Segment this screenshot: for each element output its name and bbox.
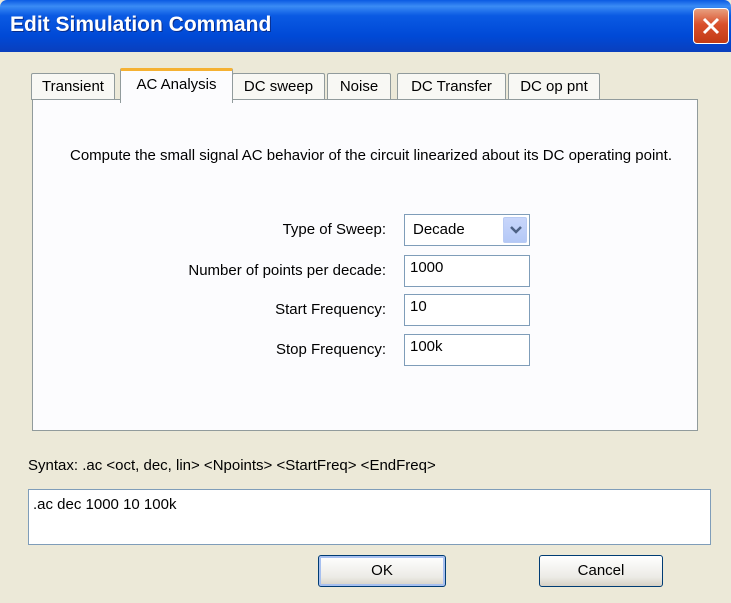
sweep-type-select[interactable]: Decade [404,214,530,246]
tab-dc-op-pnt[interactable]: DC op pnt [508,73,600,100]
cancel-button[interactable]: Cancel [539,555,663,587]
ok-button[interactable]: OK [318,555,446,587]
tab-ac-analysis[interactable]: AC Analysis [120,68,233,103]
syntax-hint: Syntax: .ac <oct, dec, lin> <Npoints> <S… [28,457,436,474]
points-per-decade-input[interactable]: 1000 [404,255,530,287]
tab-transient[interactable]: Transient [31,73,115,100]
chevron-down-icon [510,226,522,234]
sweep-type-value: Decade [413,221,465,238]
dropdown-button[interactable] [503,217,527,243]
tab-dc-sweep[interactable]: DC sweep [232,73,325,100]
points-per-decade-label: Number of points per decade: [188,262,386,279]
panel-description: Compute the small signal AC behavior of … [70,147,672,164]
dialog-window: Edit Simulation Command Transient AC Ana… [0,0,731,603]
close-button[interactable] [693,8,729,44]
start-frequency-input[interactable]: 10 [404,294,530,326]
sweep-type-label: Type of Sweep: [282,221,386,238]
stop-frequency-input[interactable]: 100k [404,334,530,366]
title-bar[interactable]: Edit Simulation Command [0,0,731,52]
close-icon [702,17,720,35]
stop-frequency-label: Stop Frequency: [275,341,386,358]
start-frequency-label: Start Frequency: [275,301,386,318]
tab-noise[interactable]: Noise [327,73,391,100]
window-title: Edit Simulation Command [10,13,272,36]
tab-dc-transfer[interactable]: DC Transfer [397,73,506,100]
command-text-area[interactable]: .ac dec 1000 10 100k [28,489,711,545]
